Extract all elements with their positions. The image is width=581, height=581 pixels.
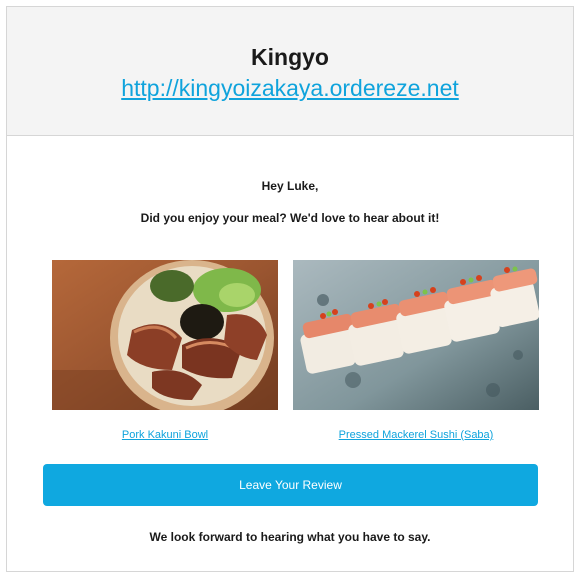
- intro-text: Did you enjoy your meal? We'd love to he…: [140, 211, 440, 225]
- email-header: Kingyo http://kingyoizakaya.ordereze.net: [7, 7, 573, 136]
- sushi-image: [293, 260, 539, 410]
- pork-bowl-image: [52, 260, 278, 410]
- item-link-pork-kakuni-bowl[interactable]: Pork Kakuni Bowl: [52, 429, 278, 441]
- email-card: Kingyo http://kingyoizakaya.ordereze.net…: [6, 6, 574, 572]
- greeting-text: Hey Luke,: [261, 179, 319, 193]
- closing-text: We look forward to hearing what you have…: [149, 530, 431, 544]
- store-url-link[interactable]: http://kingyoizakaya.ordereze.net: [121, 75, 459, 102]
- item-link-pressed-mackerel-sushi[interactable]: Pressed Mackerel Sushi (Saba): [293, 429, 539, 441]
- pork-kakuni-bowl-photo[interactable]: [52, 260, 278, 410]
- leave-review-button[interactable]: Leave Your Review: [43, 464, 538, 506]
- store-name: Kingyo: [251, 44, 329, 70]
- pressed-mackerel-sushi-photo[interactable]: [293, 260, 539, 410]
